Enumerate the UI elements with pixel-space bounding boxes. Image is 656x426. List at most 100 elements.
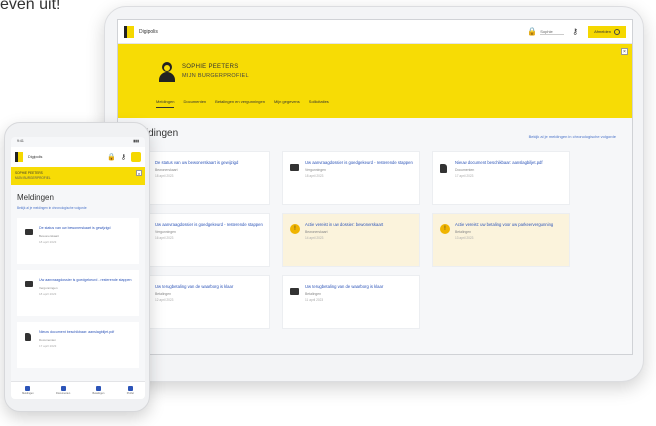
- nav-label: Documenten: [56, 392, 71, 395]
- caption-text: even uit!: [0, 0, 61, 13]
- card-date: 12 april 2023: [155, 298, 174, 303]
- tab-meldingen[interactable]: Meldingen: [156, 99, 175, 108]
- card-title: Actie vereist in uw dossier: bewonerskaa…: [305, 222, 384, 227]
- user-icon: [127, 386, 133, 391]
- app-title: Digipolis: [139, 28, 158, 35]
- card-meta: Bewonerskaart: [305, 230, 328, 235]
- notification-card[interactable]: Uw terugbetaling van de waarborg is klaa…: [282, 275, 420, 329]
- lock-icon[interactable]: 🔒: [107, 153, 116, 161]
- phone-device: 9:41 ▮▮▮ Digipolis 🔒 ⚷ SOPHIE PEETERS MI…: [4, 122, 150, 412]
- notification-card[interactable]: Uw terugbetaling van de waarborg is klaa…: [132, 275, 270, 329]
- card-meta: Vergunningen: [39, 285, 58, 290]
- card-date: 18 april 2023: [39, 239, 57, 244]
- warning-icon: !: [290, 224, 300, 234]
- menu-button[interactable]: [131, 152, 141, 162]
- car-icon: [290, 164, 299, 171]
- power-icon: [614, 28, 620, 35]
- card-date: 18 april 2023: [155, 174, 174, 179]
- notification-card[interactable]: De status van uw bewonerskaart is gewijz…: [17, 218, 139, 264]
- phone-screen: 9:41 ▮▮▮ Digipolis 🔒 ⚷ SOPHIE PEETERS MI…: [11, 137, 145, 399]
- bottom-nav: Meldingen Documenten Betalingen Profiel: [11, 381, 145, 399]
- card-meta: Vergunningen: [305, 168, 326, 173]
- card-date: 17 april 2023: [455, 174, 474, 179]
- user-menu[interactable]: 🔒 Sophie: [527, 27, 565, 36]
- tab-betalingen[interactable]: Betalingen en vergunningen: [215, 99, 265, 108]
- close-icon[interactable]: ×: [621, 48, 628, 55]
- document-icon: [60, 386, 66, 391]
- mobile-top-bar: Digipolis 🔒 ⚷: [11, 147, 145, 167]
- logo-icon[interactable]: [124, 25, 134, 38]
- notification-card-warning[interactable]: ! Actie vereist: uw betaling voor uw par…: [432, 213, 570, 267]
- notification-card[interactable]: Uw aanvraagdossier is goedgekeurd - rest…: [17, 270, 139, 316]
- signal-icon: ▮▮▮: [133, 139, 139, 143]
- profile-subtitle: MIJN BURGERPROFIEL: [182, 73, 249, 79]
- warning-icon: !: [440, 224, 450, 234]
- card-title: Uw terugbetaling van de waarborg is klaa…: [305, 284, 384, 289]
- card-title: De status van uw bewonerskaart is gewijz…: [155, 160, 239, 165]
- car-icon: [25, 281, 33, 287]
- all-notifications-link[interactable]: Bekijk al je meldingen in chronologische…: [17, 206, 139, 210]
- card-title: Uw terugbetaling van de waarborg is klaa…: [155, 284, 234, 289]
- card-title: Uw aanvraagdossier is goedgekeurd - rest…: [39, 278, 132, 282]
- notification-card-warning[interactable]: ! Actie vereist in uw dossier: bewonersk…: [282, 213, 420, 267]
- card-title: Nieuw document beschikbaar: aanslagbilje…: [455, 160, 543, 165]
- card-meta: Documenten: [455, 168, 475, 173]
- notification-card[interactable]: De status van uw bewonerskaart is gewijz…: [132, 151, 270, 205]
- all-notifications-link[interactable]: Bekijk al je meldingen in chronologische…: [529, 134, 616, 139]
- card-meta: Betalingen: [305, 292, 322, 297]
- nav-item-documenten[interactable]: Documenten: [56, 386, 70, 395]
- nav-label: Betalingen: [92, 392, 105, 395]
- card-meta: Bewonerskaart: [39, 233, 60, 238]
- doc-icon: [25, 333, 31, 341]
- car-icon: [290, 288, 299, 295]
- notification-card[interactable]: Nieuw document beschikbaar: aanslagbilje…: [17, 322, 139, 368]
- notification-grid: De status van uw bewonerskaart is gewijz…: [132, 151, 618, 329]
- profile-banner: × SOPHIE PEETERS MIJN BURGERPROFIEL Meld…: [118, 44, 632, 118]
- notification-card[interactable]: Nieuw document beschikbaar: aanslagbilje…: [432, 151, 570, 205]
- tab-gegevens[interactable]: Mijn gegevens: [274, 99, 300, 108]
- tab-sollicitaties[interactable]: Sollicitaties: [309, 99, 329, 108]
- card-title: De status van uw bewonerskaart is gewijz…: [39, 226, 111, 230]
- card-title: Actie vereist: uw betaling voor uw parke…: [455, 222, 554, 227]
- nav-label: Profiel: [126, 392, 134, 395]
- notifications-section: Meldingen Bekijk al je meldingen in chro…: [11, 185, 145, 382]
- avatar: [158, 62, 176, 82]
- profile-subtitle: MIJN BURGERPROFIEL: [15, 176, 51, 180]
- nav-item-meldingen[interactable]: Meldingen: [22, 386, 34, 395]
- user-name: Sophie: [540, 29, 565, 35]
- tab-documenten[interactable]: Documenten: [183, 99, 206, 108]
- card-title: Uw aanvraagdossier is goedgekeurd - rest…: [305, 160, 413, 165]
- card-date: 17 april 2023: [39, 343, 57, 348]
- nav-item-betalingen[interactable]: Betalingen: [92, 386, 105, 395]
- signout-label: Afmelden: [594, 29, 611, 34]
- key-icon[interactable]: ⚷: [121, 153, 126, 161]
- notification-card[interactable]: Uw aanvraagdossier is goedgekeurd - rest…: [132, 213, 270, 267]
- nav-label: Meldingen: [22, 392, 34, 395]
- card-date: 14 april 2023: [305, 236, 324, 241]
- card-meta: Bewonerskaart: [155, 168, 178, 173]
- card-title: Uw aanvraagdossier is goedgekeurd - rest…: [155, 222, 263, 227]
- notification-card[interactable]: Uw aanvraagdossier is goedgekeurd - rest…: [282, 151, 420, 205]
- wallet-icon: [95, 386, 101, 391]
- notifications-section: Meldingen Bekijk al je meldingen in chro…: [118, 118, 632, 339]
- car-icon: [25, 229, 33, 235]
- nav-item-profiel[interactable]: Profiel: [127, 386, 134, 395]
- profile-banner: SOPHIE PEETERS MIJN BURGERPROFIEL ×: [11, 167, 145, 185]
- close-icon[interactable]: ×: [136, 170, 142, 176]
- logo-icon[interactable]: [15, 152, 23, 162]
- profile-name: SOPHIE PEETERS: [182, 64, 239, 70]
- card-meta: Documenten: [39, 337, 57, 342]
- card-date: 11 april 2023: [305, 298, 324, 303]
- page-title: Meldingen: [17, 193, 54, 202]
- key-icon[interactable]: ⚷: [572, 27, 578, 36]
- card-meta: Betalingen: [155, 292, 172, 297]
- bell-icon: [25, 386, 31, 391]
- card-date: 18 april 2023: [39, 291, 57, 296]
- app-title: Digipolis: [28, 155, 43, 159]
- top-bar: Digipolis 🔒 Sophie ⚷ Afmelden: [118, 20, 632, 44]
- doc-icon: [440, 164, 447, 173]
- signout-button[interactable]: Afmelden: [588, 25, 626, 38]
- card-date: 13 april 2023: [455, 236, 474, 241]
- lock-icon: 🔒: [527, 27, 538, 36]
- profile-tabs: Meldingen Documenten Betalingen en vergu…: [156, 99, 329, 108]
